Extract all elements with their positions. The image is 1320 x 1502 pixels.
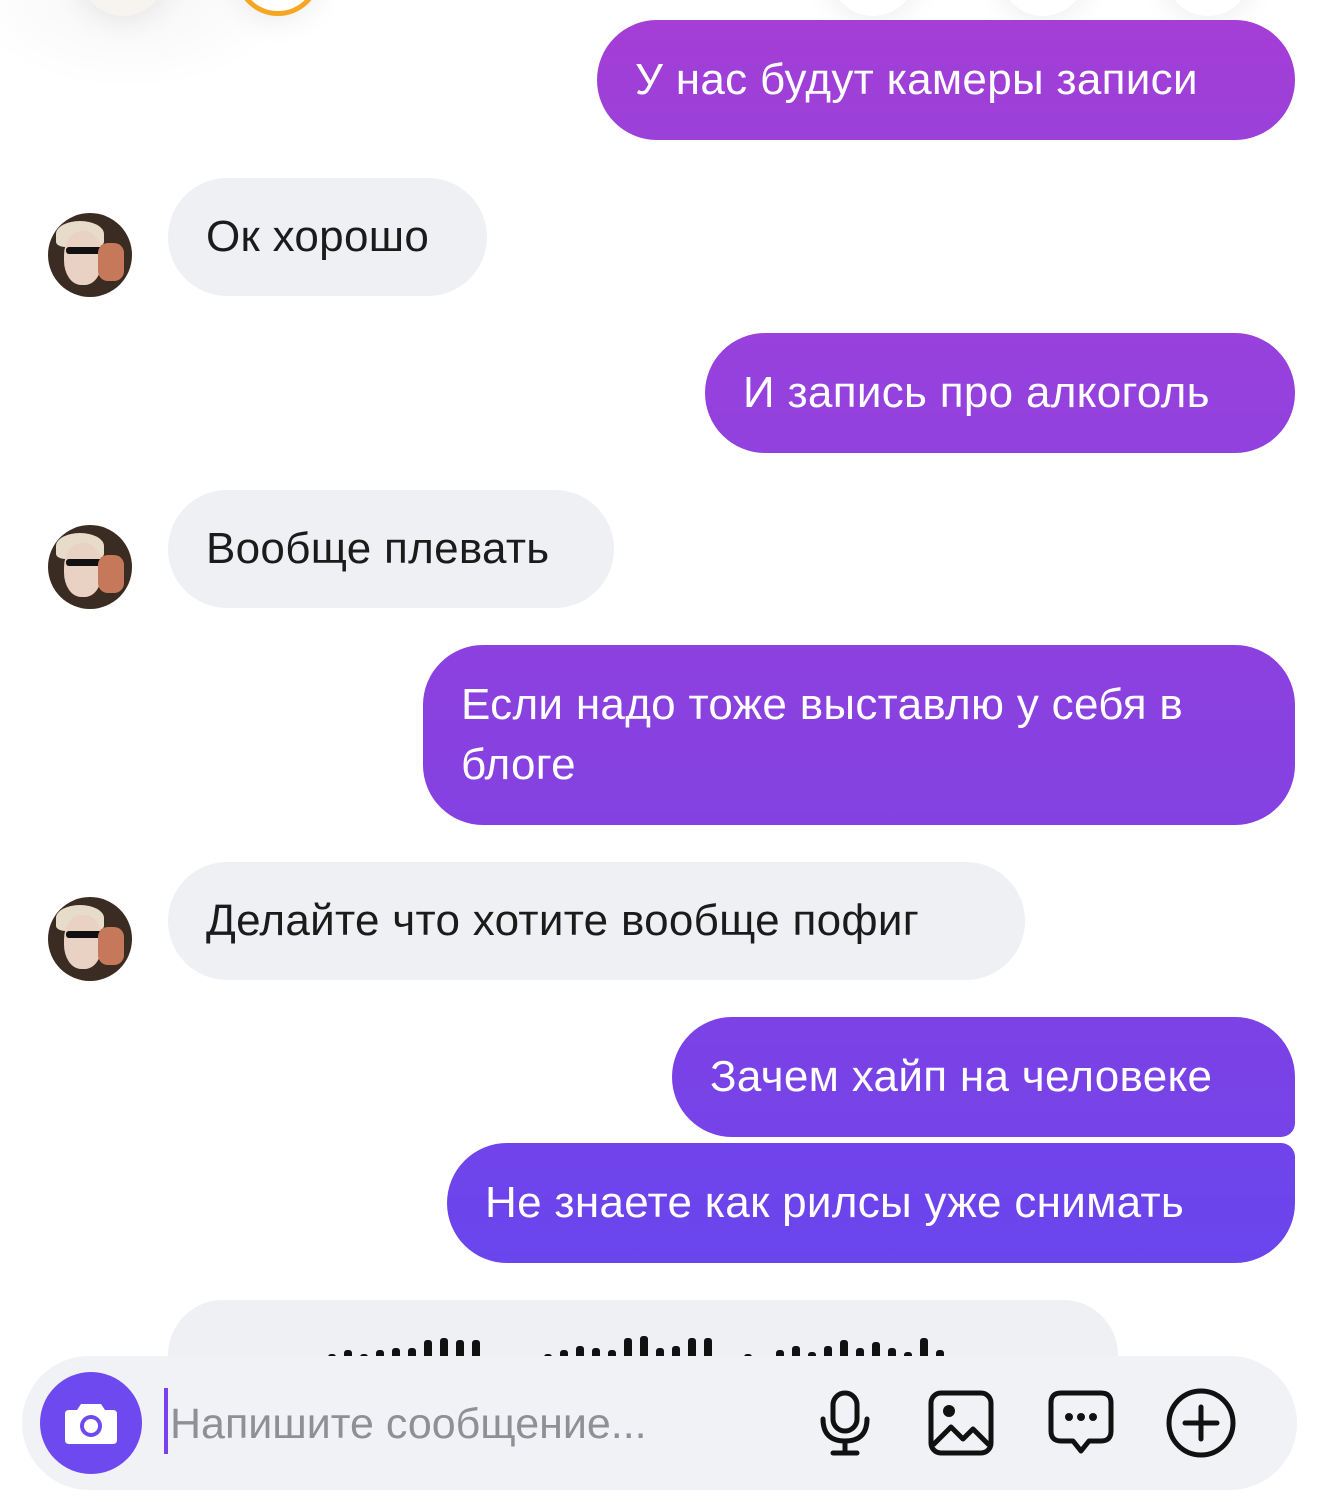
message-icon <box>1048 1390 1114 1454</box>
camera-button[interactable] <box>40 1372 142 1474</box>
incoming-message[interactable]: Делайте что хотите вообще пофиг <box>168 862 1025 980</box>
contact-avatar[interactable] <box>48 897 132 981</box>
gallery-button[interactable] <box>924 1386 998 1460</box>
incoming-message[interactable]: Вообще плевать <box>168 490 614 608</box>
message-text: Делайте что хотите вообще пофиг <box>206 896 920 945</box>
message-text-line: блоге <box>461 740 576 789</box>
avatar-face <box>64 231 102 285</box>
message-text: Вообще плевать <box>206 524 550 573</box>
avatar-face <box>64 543 102 597</box>
contact-avatar[interactable] <box>48 525 132 609</box>
microphone-button[interactable] <box>808 1386 882 1460</box>
camera-icon <box>65 1404 117 1444</box>
avatar-arm <box>98 243 124 281</box>
message-text-line: Если надо тоже выставлю у себя в <box>461 680 1184 729</box>
add-button[interactable] <box>1164 1386 1238 1460</box>
outgoing-message[interactable]: У нас будут камеры записи <box>597 20 1295 140</box>
incoming-message[interactable]: Ок хорошо <box>168 178 487 296</box>
contact-avatar[interactable] <box>48 213 132 297</box>
stories-row <box>0 0 1320 90</box>
avatar-face <box>64 915 102 969</box>
plus-circle-icon <box>1166 1388 1236 1458</box>
microphone-icon <box>820 1390 870 1456</box>
message-text: И запись про алкоголь <box>743 368 1210 417</box>
outgoing-message[interactable]: И запись про алкоголь <box>705 333 1295 453</box>
text-cursor <box>164 1388 168 1454</box>
story-avatar[interactable] <box>830 0 916 16</box>
chat-button[interactable] <box>1044 1386 1118 1460</box>
story-avatar[interactable] <box>1000 0 1086 16</box>
message-text: Ок хорошо <box>206 212 430 261</box>
message-text: Не знаете как рилсы уже снимать <box>485 1178 1185 1227</box>
outgoing-message[interactable]: Не знаете как рилсы уже снимать <box>447 1143 1295 1263</box>
message-text: У нас будут камеры записи <box>635 55 1198 104</box>
avatar-arm <box>98 555 124 593</box>
message-input[interactable] <box>170 1392 790 1456</box>
stories-shadow <box>0 0 300 90</box>
avatar-arm <box>98 927 124 965</box>
story-avatar[interactable] <box>1165 0 1251 16</box>
message-text: Зачем хайп на человеке <box>710 1052 1213 1101</box>
outgoing-message[interactable]: Зачем хайп на человеке <box>672 1017 1295 1137</box>
image-icon <box>928 1390 994 1456</box>
outgoing-message[interactable]: Если надо тоже выставлю у себя в блоге <box>423 645 1295 825</box>
